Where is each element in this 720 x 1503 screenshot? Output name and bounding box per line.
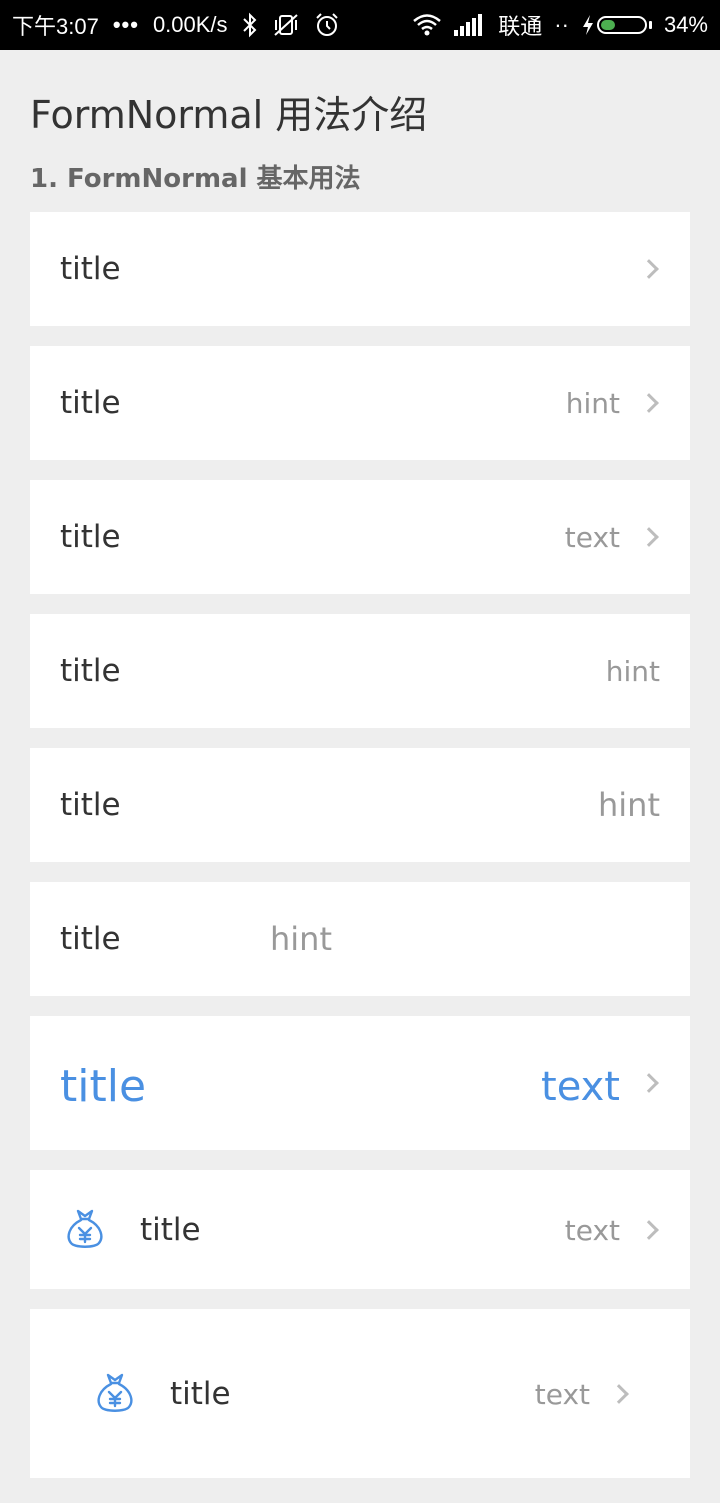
money-bag-icon — [67, 1209, 103, 1248]
row-hint: hint — [565, 387, 620, 420]
vibrate-off-icon — [272, 12, 300, 38]
signal-icon — [454, 14, 486, 36]
row-text: text — [564, 1214, 620, 1247]
section-title: 1. FormNormal 基本用法 — [30, 164, 361, 194]
chevron-right-icon — [609, 1384, 629, 1404]
form-row-hint[interactable]: title hint — [30, 614, 690, 728]
form-row-hint-large[interactable]: title hint — [30, 748, 690, 862]
form-row-accent[interactable]: title text — [30, 1016, 690, 1150]
row-title: title — [140, 1212, 201, 1248]
form-row-icon-padded[interactable]: title text — [30, 1309, 690, 1478]
chevron-right-icon — [639, 393, 659, 413]
row-title: title — [170, 1376, 231, 1412]
status-time: 下午3:07 — [12, 14, 99, 39]
network-speed: 0.00K/s — [152, 12, 228, 37]
charging-icon — [582, 15, 593, 35]
row-text: text — [564, 521, 620, 554]
chevron-right-icon — [639, 1073, 659, 1093]
row-hint: hint — [270, 920, 332, 958]
money-bag-icon — [97, 1373, 133, 1412]
form-row-hint-arrow[interactable]: title hint — [30, 346, 690, 460]
wifi-icon — [412, 13, 442, 37]
row-title: title — [60, 1061, 147, 1112]
chevron-right-icon — [639, 527, 659, 547]
chevron-right-icon — [639, 1220, 659, 1240]
row-hint: hint — [598, 786, 660, 824]
row-title: title — [60, 385, 121, 421]
chevron-right-icon — [639, 259, 659, 279]
carrier-dots: ·· — [554, 12, 569, 37]
bluetooth-icon — [242, 12, 258, 38]
row-text: text — [541, 1064, 620, 1110]
battery-icon — [581, 14, 652, 36]
row-title: title — [60, 251, 121, 287]
status-bar: 下午3:07 ••• 0.00K/s 联通 ·· 34% — [0, 0, 720, 50]
alarm-icon — [314, 12, 340, 38]
notification-dots: ••• — [112, 12, 139, 37]
row-text: text — [534, 1378, 590, 1411]
battery-percent: 34% — [663, 12, 708, 37]
carrier-label: 联通 — [498, 14, 543, 39]
row-title: title — [60, 921, 121, 957]
form-row-icon[interactable]: title text — [30, 1170, 690, 1289]
row-title: title — [60, 653, 121, 689]
row-title: title — [60, 519, 121, 555]
battery-level — [600, 20, 616, 30]
page-title: FormNormal 用法介绍 — [30, 93, 428, 137]
form-row-hint-left[interactable]: title hint — [30, 882, 690, 996]
form-row-text-arrow[interactable]: title text — [30, 480, 690, 594]
form-row-basic[interactable]: title — [30, 212, 690, 326]
row-title: title — [60, 787, 121, 823]
row-hint: hint — [605, 655, 660, 688]
